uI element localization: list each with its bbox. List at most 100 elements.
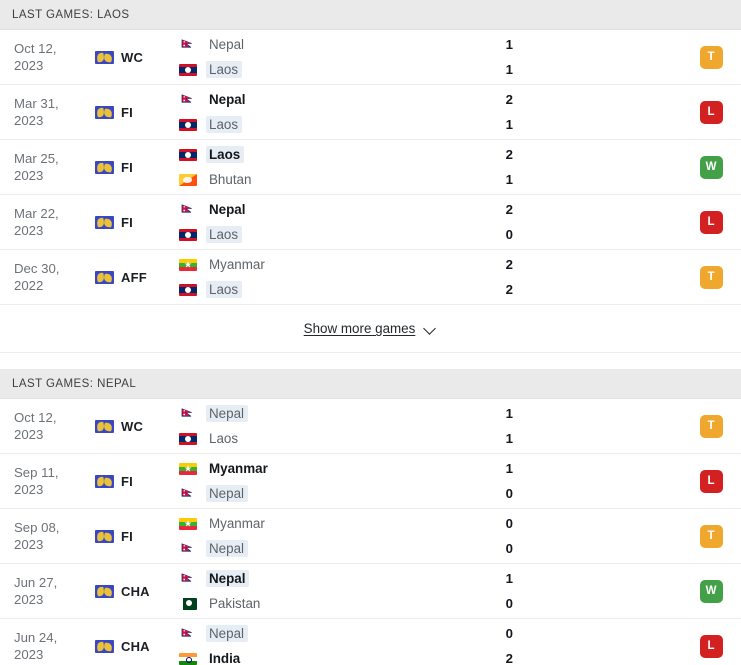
flag-nepal [179, 487, 197, 500]
score-away: 0 [505, 541, 513, 556]
match-date-line2: 2023 [14, 482, 44, 497]
team-line-home: Myanmar [179, 459, 451, 479]
flag-nepal [179, 627, 197, 640]
score-home: 2 [505, 202, 513, 217]
team-line-away: Bhutan [179, 170, 451, 190]
score-line-away: 1 [451, 429, 681, 449]
match-date: Mar 22, 2023 [0, 195, 95, 249]
result-cell: L [681, 85, 741, 139]
match-date: Dec 30, 2022 [0, 250, 95, 304]
match-row[interactable]: Sep 08,2023FIMyanmarNepal00T [0, 509, 741, 564]
team-name-home[interactable]: Nepal [206, 201, 249, 218]
score-line-home: 1 [451, 404, 681, 424]
flag-laos [179, 432, 197, 445]
result-cell: T [681, 30, 741, 84]
team-line-away: Laos [179, 60, 451, 80]
team-name-away[interactable]: Nepal [206, 485, 248, 502]
score-line-away: 1 [451, 170, 681, 190]
competition[interactable]: CHA [95, 619, 175, 665]
team-line-home: Nepal [179, 35, 451, 55]
competition-code: FI [121, 214, 133, 230]
match-date-line1: Oct 12, [14, 410, 57, 425]
match-row[interactable]: Mar 31, 2023 FI Nepal Laos 2 1 L [0, 85, 741, 140]
teams: Myanmar Nepal [175, 509, 451, 563]
match-date-line1: Oct 12, [14, 41, 57, 56]
match-date: Oct 12, 2023 [0, 30, 95, 84]
competition-code: AFF [121, 269, 147, 285]
flag-pakistan [179, 597, 197, 610]
world-globe-icon [95, 105, 114, 119]
team-name-away[interactable]: India [206, 650, 244, 665]
section-header-nepal: LAST GAMES: NEPAL [0, 369, 741, 399]
team-name-home[interactable]: Myanmar [206, 460, 272, 477]
competition[interactable]: FI [95, 195, 175, 249]
competition[interactable]: FI [95, 454, 175, 508]
team-name-away[interactable]: Laos [206, 116, 243, 133]
match-row[interactable]: Sep 11,2023FIMyanmarNepal10L [0, 454, 741, 509]
team-name-away[interactable]: Pakistan [206, 595, 264, 612]
flag-laos [179, 283, 197, 296]
flag-myanmar [179, 258, 197, 271]
world-globe-icon [95, 160, 114, 174]
team-name-home[interactable]: Laos [206, 146, 245, 163]
score-away: 1 [505, 431, 513, 446]
team-name-home[interactable]: Nepal [206, 625, 248, 642]
result-cell: W [681, 564, 741, 618]
match-date: Mar 25, 2023 [0, 140, 95, 194]
world-globe-icon [95, 584, 114, 598]
team-line-away: Laos [179, 280, 451, 300]
result-badge: L [699, 634, 723, 658]
score-home: 0 [505, 516, 513, 531]
team-name-home[interactable]: Myanmar [206, 256, 269, 273]
world-globe-icon [95, 474, 114, 488]
team-name-away[interactable]: Laos [206, 430, 242, 447]
result-badge: L [699, 210, 723, 234]
world-globe-icon [95, 50, 114, 64]
score-line-away: 2 [451, 649, 681, 665]
team-name-home[interactable]: Myanmar [206, 515, 269, 532]
match-row[interactable]: Oct 12, 2023 WC Nepal Laos 1 1 T [0, 30, 741, 85]
team-name-away[interactable]: Laos [206, 226, 243, 243]
match-row[interactable]: Jun 24, 2023 CHA Nepal India 0 2 L [0, 619, 741, 665]
scores: 02 [451, 619, 681, 665]
team-name-away[interactable]: Laos [206, 281, 243, 298]
competition[interactable]: CHA [95, 564, 175, 618]
score-away: 2 [505, 651, 513, 665]
team-name-home[interactable]: Nepal [206, 91, 249, 108]
team-name-away[interactable]: Nepal [206, 540, 248, 557]
match-date-line1: Dec 30, [14, 261, 60, 276]
teams: Nepal Pakistan [175, 564, 451, 618]
competition[interactable]: AFF [95, 250, 175, 304]
competition[interactable]: FI [95, 140, 175, 194]
match-row[interactable]: Mar 25, 2023 FI Laos Bhutan 2 1 W [0, 140, 741, 195]
show-more-games-button[interactable]: Show more games [304, 321, 438, 336]
result-badge: L [699, 100, 723, 124]
match-row[interactable]: Dec 30,2022AFFMyanmarLaos22T [0, 250, 741, 305]
team-line-away: Nepal [179, 539, 451, 559]
match-row[interactable]: Jun 27, 2023 CHA Nepal Pakistan 1 0 W [0, 564, 741, 619]
match-date-line2: 2023 [14, 592, 44, 607]
match-date-line2: 2023 [14, 537, 44, 552]
team-line-away: Laos [179, 115, 451, 135]
team-name-away[interactable]: Bhutan [206, 171, 255, 188]
result-cell: W [681, 140, 741, 194]
match-row[interactable]: Oct 12, 2023 WC Nepal Laos 1 1 T [0, 399, 741, 454]
team-name-home[interactable]: Nepal [206, 570, 250, 587]
score-line-home: 2 [451, 90, 681, 110]
score-line-away: 2 [451, 280, 681, 300]
score-line-away: 0 [451, 539, 681, 559]
scores: 21 [451, 85, 681, 139]
team-name-home[interactable]: Nepal [206, 405, 248, 422]
competition[interactable]: WC [95, 399, 175, 453]
scores: 11 [451, 399, 681, 453]
competition[interactable]: WC [95, 30, 175, 84]
team-name-home[interactable]: Nepal [206, 36, 248, 53]
competition[interactable]: FI [95, 85, 175, 139]
score-away: 0 [505, 596, 513, 611]
competition[interactable]: FI [95, 509, 175, 563]
result-cell: T [681, 250, 741, 304]
score-line-home: 2 [451, 145, 681, 165]
match-row[interactable]: Mar 22, 2023 FI Nepal Laos 2 0 L [0, 195, 741, 250]
team-name-away[interactable]: Laos [206, 61, 243, 78]
score-away: 2 [505, 282, 513, 297]
